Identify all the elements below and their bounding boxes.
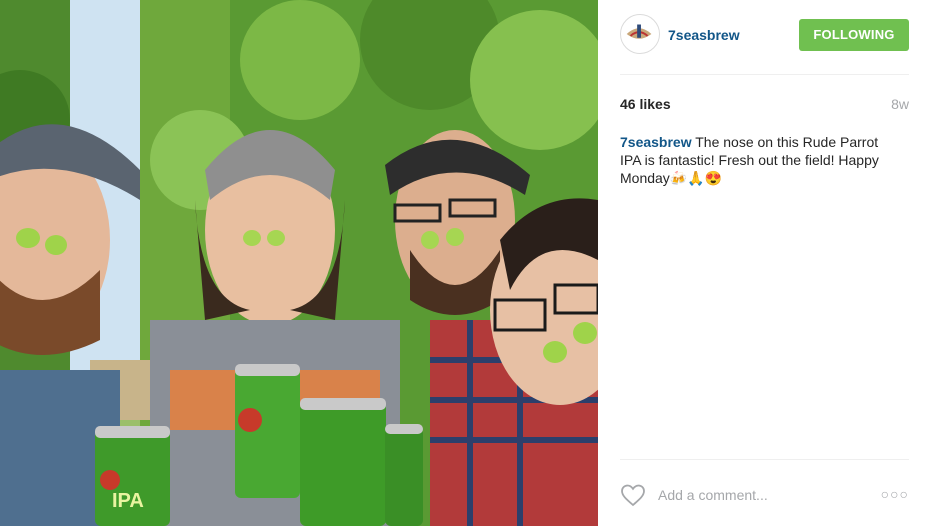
caption-username-link[interactable]: 7seasbrew	[620, 134, 692, 150]
brand-logo-icon	[622, 16, 656, 50]
following-button[interactable]: FOLLOWING	[799, 19, 909, 51]
post-photo[interactable]: IPA	[0, 0, 598, 526]
post-photo-illustration	[0, 0, 598, 526]
comment-bar: ○○○	[620, 480, 909, 510]
can-label: IPA	[112, 490, 144, 512]
more-options-icon[interactable]: ○○○	[881, 486, 909, 502]
post-age[interactable]: 8w	[891, 96, 909, 112]
heart-icon[interactable]	[620, 483, 646, 507]
likes-count[interactable]: 46 likes	[620, 96, 671, 112]
avatar[interactable]	[620, 14, 660, 54]
header-divider	[620, 74, 909, 75]
post-sidebar: 7seasbrew FOLLOWING 46 likes 8w 7seasbre…	[598, 0, 933, 526]
post-header: 7seasbrew FOLLOWING	[620, 14, 909, 56]
caption: 7seasbrew The nose on this Rude Parrot I…	[620, 133, 900, 187]
comments-divider	[620, 459, 909, 460]
comment-input[interactable]	[658, 485, 858, 505]
username-link[interactable]: 7seasbrew	[668, 27, 740, 43]
